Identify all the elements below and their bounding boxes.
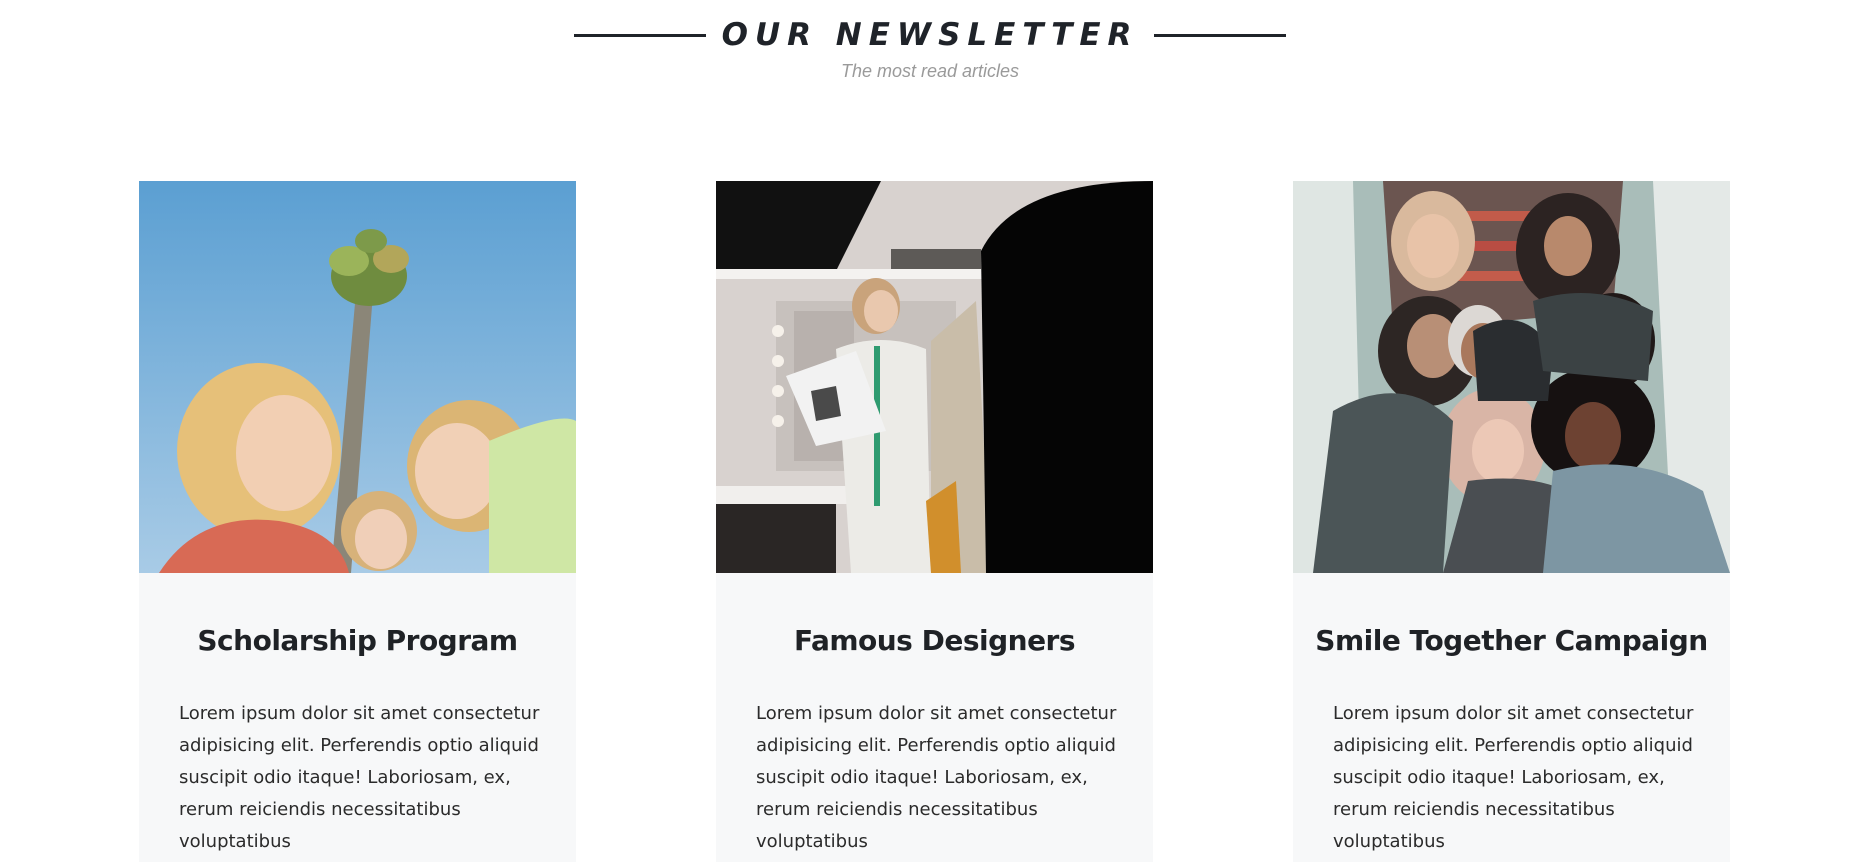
article-card-designers[interactable]: Famous Designers Lorem ipsum dolor sit a… <box>716 181 1153 862</box>
section-subtitle: The most read articles <box>840 61 1020 81</box>
girls-palm-photo <box>139 181 576 573</box>
article-card-scholarship[interactable]: Scholarship Program Lorem ipsum dolor si… <box>139 181 576 862</box>
card-image[interactable] <box>139 181 576 573</box>
card-title[interactable]: Smile Together Campaign <box>1293 621 1730 661</box>
designer-photo <box>716 181 1153 573</box>
card-title[interactable]: Scholarship Program <box>139 621 576 661</box>
card-text: Lorem ipsum dolor sit amet consectetur a… <box>756 703 1117 852</box>
card-image[interactable] <box>1293 181 1730 573</box>
title-row: OUR NEWSLETTER <box>0 10 1860 60</box>
title-rule-right <box>1154 33 1287 37</box>
card-text: Lorem ipsum dolor sit amet consectetur a… <box>179 703 540 852</box>
card-image[interactable] <box>716 181 1153 573</box>
title-rule-left <box>573 33 706 37</box>
card-text: Lorem ipsum dolor sit amet consectetur a… <box>1333 703 1694 852</box>
women-group-photo <box>1293 181 1730 573</box>
card-title[interactable]: Famous Designers <box>716 621 1153 661</box>
section-title: OUR NEWSLETTER <box>721 17 1139 53</box>
newsletter-header: OUR NEWSLETTER The most read articles <box>0 0 1860 100</box>
article-card-smile-together[interactable]: Smile Together Campaign Lorem ipsum dolo… <box>1293 181 1730 862</box>
